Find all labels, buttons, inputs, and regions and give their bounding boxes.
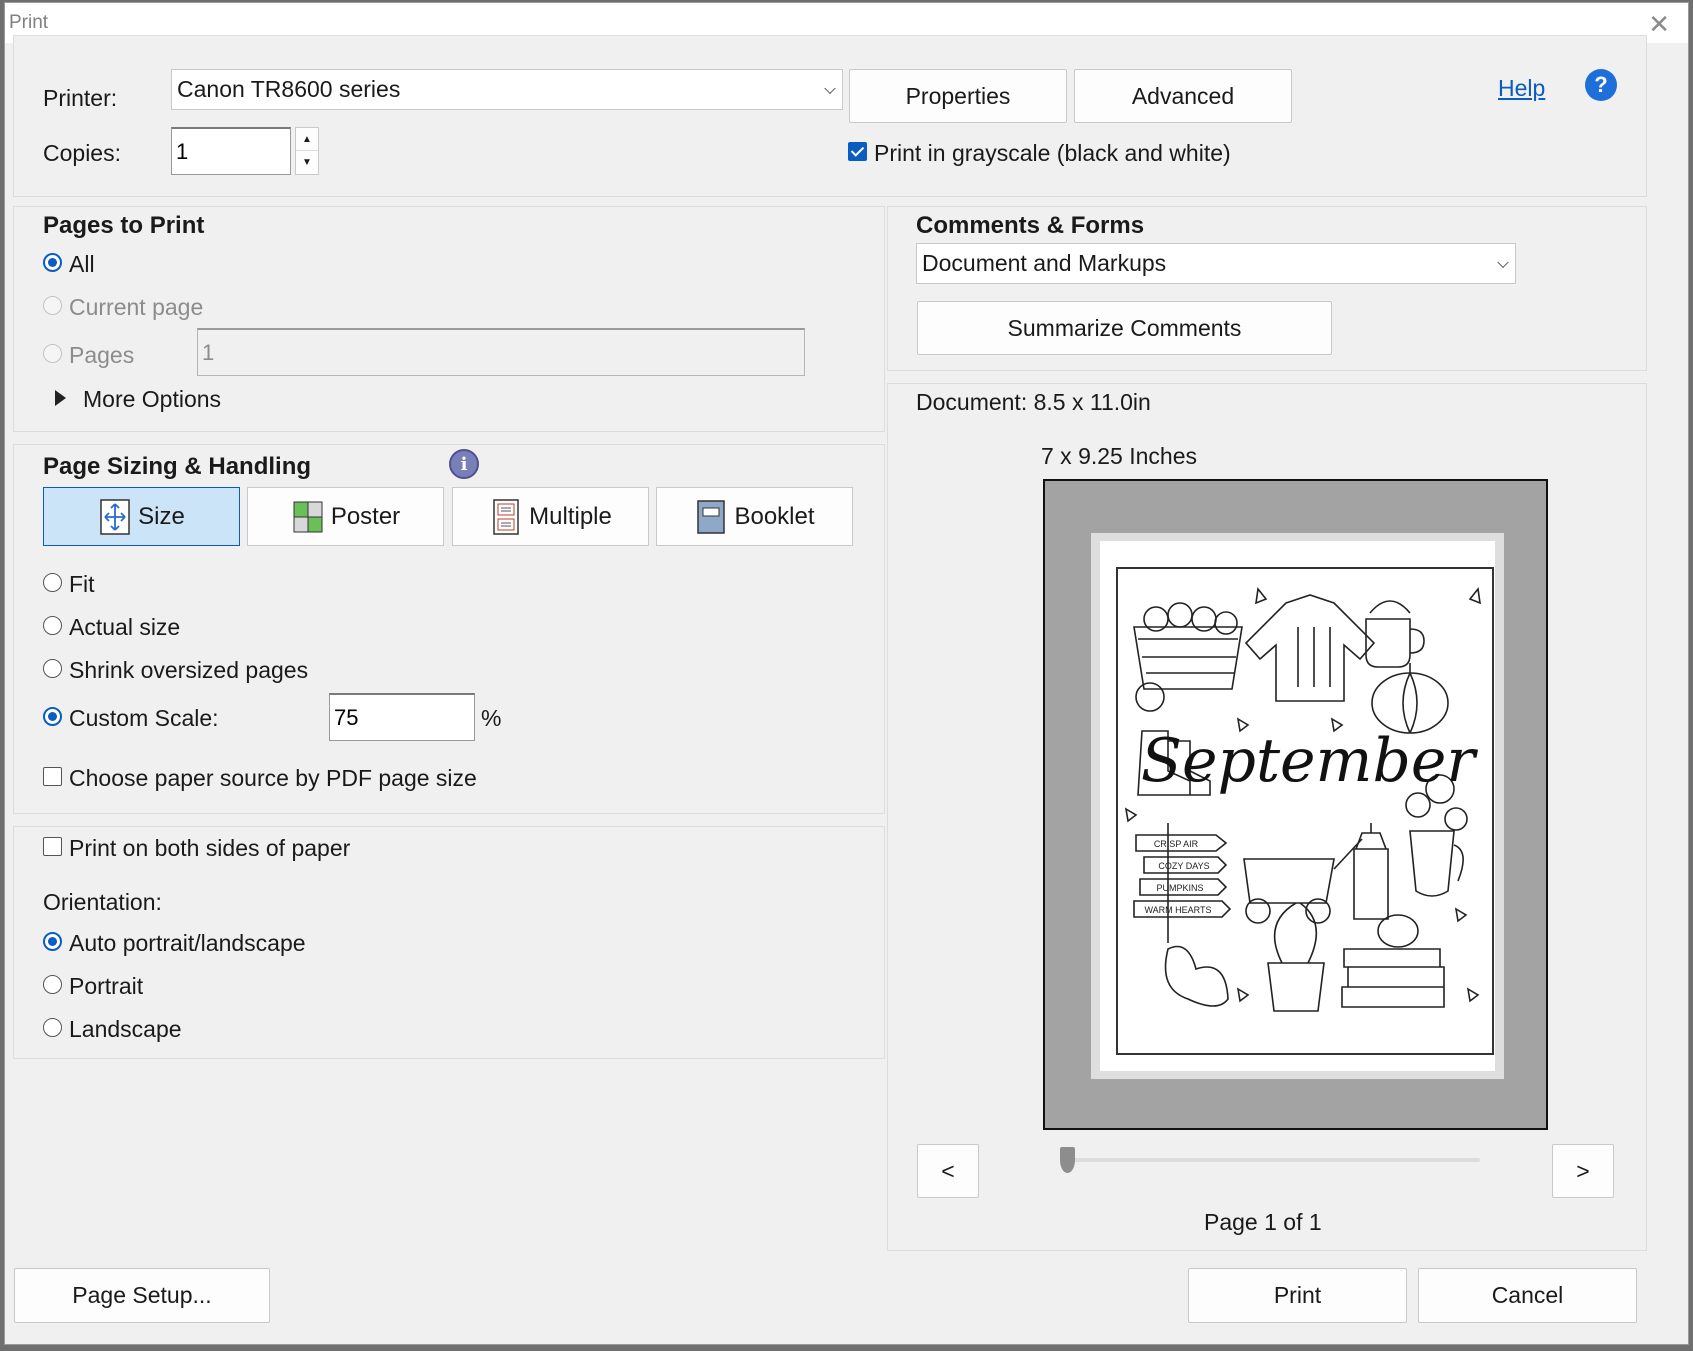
custom-scale-label[interactable]: Custom Scale: (69, 705, 219, 732)
size-icon (100, 498, 130, 535)
artwork-illustration: September CRISP AIR COZY DAYS PUMPKINS W… (1124, 587, 1481, 1012)
tab-booklet[interactable]: Booklet (656, 487, 853, 546)
landscape-label[interactable]: Landscape (69, 1016, 182, 1043)
printer-label: Printer: (43, 85, 118, 111)
page-indicator: Page 1 of 1 (1204, 1209, 1322, 1235)
radio-landscape[interactable] (43, 1018, 62, 1037)
paper-source-checkbox[interactable] (43, 767, 62, 786)
auto-orientation-label[interactable]: Auto portrait/landscape (69, 930, 306, 957)
printer-select-value: Canon TR8600 series (177, 76, 401, 102)
help-link[interactable]: Help (1498, 75, 1545, 102)
print-preview: September CRISP AIR COZY DAYS PUMPKINS W… (1043, 479, 1548, 1130)
print-button[interactable]: Print (1188, 1268, 1407, 1323)
page-slider-thumb[interactable] (1060, 1147, 1075, 1173)
print-dialog: Print ✕ Printer: Canon TR8600 series Pro… (4, 2, 1689, 1345)
apple-basket-icon (1133, 626, 1243, 690)
booklet-icon (697, 499, 726, 534)
pages-label[interactable]: Pages (69, 342, 134, 369)
poster-icon (293, 501, 323, 532)
sign-text: CRISP AIR (1154, 839, 1199, 849)
copies-input[interactable] (171, 127, 291, 175)
close-icon[interactable]: ✕ (1648, 9, 1670, 40)
scaled-size-label: 7 x 9.25 Inches (1041, 443, 1197, 469)
cancel-button[interactable]: Cancel (1418, 1268, 1637, 1323)
chevron-down-icon (824, 82, 836, 94)
page-slider-track[interactable] (1062, 1158, 1480, 1162)
grayscale-checkbox[interactable] (848, 142, 867, 161)
actual-size-label[interactable]: Actual size (69, 614, 180, 641)
artwork-title: September (1141, 726, 1478, 796)
info-icon[interactable]: i (449, 449, 479, 479)
sweater-icon (1244, 594, 1376, 702)
radio-portrait[interactable] (43, 975, 62, 994)
page-sizing-heading: Page Sizing & Handling (43, 453, 312, 480)
summarize-comments-button[interactable]: Summarize Comments (917, 301, 1332, 355)
tab-poster[interactable]: Poster (247, 487, 444, 546)
paper-source-label[interactable]: Choose paper source by PDF page size (69, 765, 477, 792)
sign-text: WARM HEARTS (1144, 905, 1211, 915)
radio-auto-orientation[interactable] (43, 932, 62, 951)
preview-paper: September CRISP AIR COZY DAYS PUMPKINS W… (1091, 533, 1504, 1079)
shrink-label[interactable]: Shrink oversized pages (69, 657, 308, 684)
next-page-button[interactable]: > (1552, 1144, 1614, 1198)
lantern-icon (1353, 823, 1389, 920)
wagon-icon (1243, 838, 1363, 904)
plant-pot-icon (1267, 902, 1325, 1012)
custom-scale-input[interactable] (329, 693, 475, 741)
sign-text: PUMPKINS (1156, 883, 1203, 893)
radio-pages[interactable] (43, 344, 62, 363)
percent-label: % (481, 705, 502, 731)
radio-actual-size[interactable] (43, 616, 62, 635)
document-size-label: Document: 8.5 x 11.0in (916, 389, 1151, 415)
comments-forms-select[interactable]: Document and Markups (916, 243, 1516, 284)
radio-fit[interactable] (43, 573, 62, 592)
tab-poster-label: Poster (330, 502, 401, 530)
preview-paper-printable: September CRISP AIR COZY DAYS PUMPKINS W… (1100, 541, 1495, 1071)
previous-page-button[interactable]: < (917, 1144, 979, 1198)
radio-custom-scale[interactable] (43, 707, 62, 726)
books-icon (1341, 948, 1445, 1008)
orientation-heading: Orientation: (43, 889, 162, 915)
fit-label[interactable]: Fit (69, 571, 95, 598)
pages-range-input[interactable] (197, 328, 805, 376)
copies-stepper[interactable]: ▲ ▼ (295, 127, 319, 175)
comments-forms-value: Document and Markups (922, 250, 1167, 276)
properties-button[interactable]: Properties (849, 69, 1067, 123)
stepper-up-icon[interactable]: ▲ (296, 128, 318, 151)
sign-text: COZY DAYS (1158, 861, 1209, 871)
preview-artwork: September CRISP AIR COZY DAYS PUMPKINS W… (1116, 567, 1494, 1055)
current-page-label[interactable]: Current page (69, 294, 203, 321)
copies-label: Copies: (43, 140, 121, 166)
duplex-checkbox[interactable] (43, 837, 62, 856)
all-label[interactable]: All (69, 251, 95, 278)
pumpkin-icon (1371, 672, 1449, 734)
radio-current-page[interactable] (43, 296, 62, 315)
comments-forms-heading: Comments & Forms (916, 212, 1145, 239)
tab-multiple-label: Multiple (529, 502, 612, 530)
window-title: Print (9, 12, 49, 33)
tab-multiple[interactable]: Multiple (452, 487, 649, 546)
triangle-right-icon[interactable] (55, 390, 66, 406)
portrait-label[interactable]: Portrait (69, 973, 143, 1000)
radio-shrink[interactable] (43, 659, 62, 678)
more-options-label[interactable]: More Options (83, 386, 221, 413)
squirrel-icon (1164, 945, 1229, 1007)
advanced-button[interactable]: Advanced (1074, 69, 1292, 123)
grayscale-label[interactable]: Print in grayscale (black and white) (874, 140, 1231, 167)
radio-all[interactable] (43, 253, 62, 272)
tab-booklet-label: Booklet (734, 502, 815, 530)
pitcher-icon (1409, 830, 1464, 897)
tab-size-label: Size (138, 502, 185, 530)
tab-size[interactable]: Size (43, 487, 240, 546)
help-icon[interactable]: ? (1585, 69, 1617, 101)
duplex-label[interactable]: Print on both sides of paper (69, 835, 350, 862)
chevron-down-icon (1497, 256, 1509, 268)
multiple-icon (493, 498, 519, 535)
pages-to-print-heading: Pages to Print (43, 212, 205, 239)
page-setup-button[interactable]: Page Setup... (14, 1268, 270, 1323)
printer-select[interactable]: Canon TR8600 series (171, 69, 843, 110)
stepper-down-icon[interactable]: ▼ (296, 151, 318, 174)
